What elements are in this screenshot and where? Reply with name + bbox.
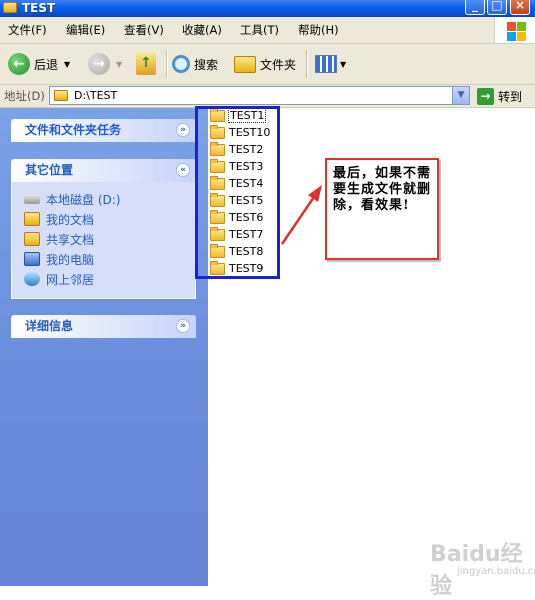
back-arrow-icon: ← bbox=[8, 53, 30, 75]
menu-file[interactable]: 文件(F) bbox=[8, 17, 47, 43]
place-label: 我的文档 bbox=[46, 212, 95, 227]
toolbar-separator bbox=[166, 50, 168, 78]
folders-button[interactable]: 文件夹 bbox=[234, 44, 296, 84]
views-button[interactable]: ▼ bbox=[315, 44, 346, 84]
back-button[interactable]: ← 后退 ▼ bbox=[8, 44, 70, 84]
expand-icon[interactable]: » bbox=[176, 123, 190, 137]
tasks-panel-header[interactable]: 文件和文件夹任务 » bbox=[11, 119, 196, 142]
watermark-url: jingyan.baidu.com bbox=[457, 566, 535, 577]
places-panel-body: 本地磁盘 (D:) 我的文档 共享文档 我的电脑 网上邻居 bbox=[11, 182, 196, 299]
details-panel-header[interactable]: 详细信息 » bbox=[11, 315, 196, 338]
places-panel-title: 其它位置 bbox=[25, 163, 74, 177]
network-icon bbox=[24, 272, 40, 286]
address-path: D:\TEST bbox=[74, 89, 118, 102]
place-shared-documents[interactable]: 共享文档 bbox=[24, 230, 94, 248]
chevron-down-icon[interactable]: ▼ bbox=[64, 60, 70, 69]
tasks-panel-title: 文件和文件夹任务 bbox=[25, 123, 122, 137]
search-button[interactable]: 搜索 bbox=[172, 44, 218, 84]
address-label: 地址(D) bbox=[4, 89, 45, 103]
shared-folder-icon bbox=[24, 232, 40, 246]
menu-favorites[interactable]: 收藏(A) bbox=[182, 17, 222, 43]
toolbar-separator bbox=[306, 50, 308, 78]
menu-view[interactable]: 查看(V) bbox=[124, 17, 164, 43]
window-title: TEST bbox=[22, 1, 56, 15]
title-bar[interactable]: TEST _ □ × bbox=[0, 0, 535, 17]
annotation-arrow bbox=[280, 185, 322, 245]
go-label: 转到 bbox=[498, 89, 523, 104]
place-label: 本地磁盘 (D:) bbox=[46, 192, 121, 207]
highlight-box bbox=[195, 106, 280, 279]
collapse-icon[interactable]: « bbox=[176, 163, 190, 177]
views-icon bbox=[315, 55, 337, 73]
place-label: 网上邻居 bbox=[46, 272, 95, 287]
go-arrow-icon: → bbox=[477, 87, 494, 105]
up-folder-icon: ↑ bbox=[136, 53, 156, 75]
address-input[interactable]: D:\TEST ▼ bbox=[49, 86, 470, 105]
annotation-text: 最后，如果不需要生成文件就删除，看效果! bbox=[333, 166, 432, 213]
folders-icon bbox=[234, 55, 256, 73]
forward-button[interactable]: → ▼ bbox=[88, 44, 122, 84]
place-my-computer[interactable]: 我的电脑 bbox=[24, 250, 94, 268]
forward-arrow-icon: → bbox=[88, 53, 110, 75]
address-bar: 地址(D) D:\TEST ▼ → 转到 bbox=[0, 85, 535, 108]
folders-label: 文件夹 bbox=[260, 57, 297, 72]
place-network[interactable]: 网上邻居 bbox=[24, 270, 94, 288]
place-label: 我的电脑 bbox=[46, 252, 95, 267]
chevron-down-icon[interactable]: ▼ bbox=[116, 60, 122, 69]
chevron-down-icon[interactable]: ▼ bbox=[452, 87, 469, 104]
windows-logo-icon bbox=[494, 17, 535, 43]
menu-tools[interactable]: 工具(T) bbox=[240, 17, 279, 43]
drive-icon bbox=[24, 194, 40, 204]
places-panel-header[interactable]: 其它位置 « bbox=[11, 159, 196, 182]
place-my-documents[interactable]: 我的文档 bbox=[24, 210, 94, 228]
chevron-down-icon[interactable]: ▼ bbox=[340, 60, 346, 69]
search-icon bbox=[172, 55, 190, 73]
menu-bar: 文件(F) 编辑(E) 查看(V) 收藏(A) 工具(T) 帮助(H) bbox=[0, 17, 535, 44]
up-folder-button[interactable]: ↑ bbox=[136, 44, 156, 84]
toolbar: ← 后退 ▼ → ▼ ↑ 搜索 文件夹 ▼ bbox=[0, 44, 535, 85]
annotation-callout: 最后，如果不需要生成文件就删除，看效果! bbox=[325, 158, 439, 260]
minimize-button[interactable]: _ bbox=[465, 0, 485, 15]
task-pane: 文件和文件夹任务 » 其它位置 « 本地磁盘 (D:) 我的文档 共享文档 我的… bbox=[0, 108, 208, 586]
maximize-button[interactable]: □ bbox=[487, 0, 507, 15]
computer-icon bbox=[24, 252, 40, 266]
place-label: 共享文档 bbox=[46, 232, 95, 247]
expand-icon[interactable]: » bbox=[176, 319, 190, 333]
place-local-disk[interactable]: 本地磁盘 (D:) bbox=[24, 190, 120, 208]
details-panel-title: 详细信息 bbox=[25, 319, 74, 333]
go-button[interactable]: → 转到 bbox=[477, 86, 522, 106]
close-button[interactable]: × bbox=[510, 0, 530, 15]
folder-icon bbox=[3, 2, 17, 13]
back-label: 后退 bbox=[34, 57, 59, 72]
folder-icon bbox=[54, 90, 68, 101]
documents-icon bbox=[24, 212, 40, 226]
search-label: 搜索 bbox=[194, 57, 219, 72]
menu-edit[interactable]: 编辑(E) bbox=[66, 17, 105, 43]
menu-help[interactable]: 帮助(H) bbox=[298, 17, 339, 43]
